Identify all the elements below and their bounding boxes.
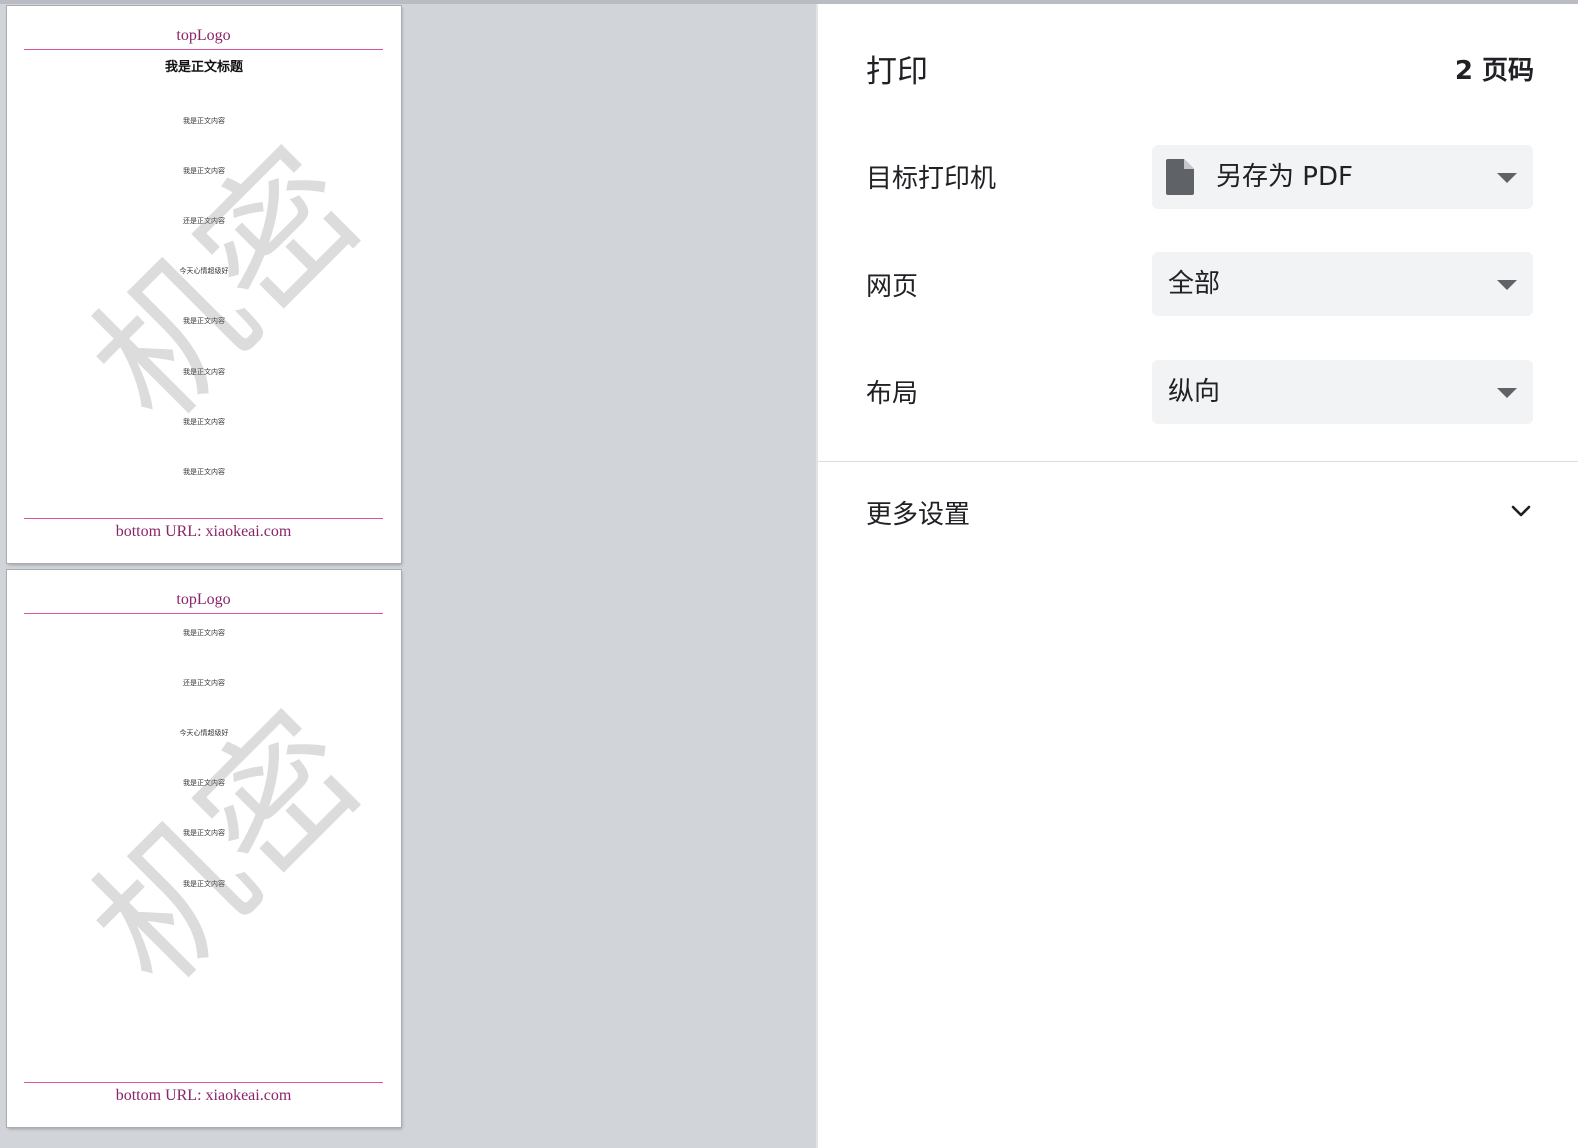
body-line: 我是正文内容 (183, 167, 225, 175)
body-line: 我是正文内容 (183, 317, 225, 325)
page-header-logo: topLogo (24, 588, 383, 614)
body-line: 我是正文内容 (183, 880, 225, 888)
body-line: 今天心情超级好 (179, 729, 229, 737)
document-title: 我是正文标题 (164, 60, 243, 75)
body-line: 今天心情超级好 (179, 267, 229, 275)
pages-label: 网页 (866, 272, 919, 302)
preview-page-1: topLogo 我是正文标题 我是正文内容 我是正文内容 还是正文内容 今天心情… (7, 6, 401, 563)
more-settings-toggle[interactable]: 更多设置 (818, 474, 1578, 546)
dropdown-caret-icon (1497, 280, 1517, 290)
more-settings-label: 更多设置 (866, 500, 971, 530)
body-line: 我是正文内容 (183, 468, 225, 476)
body-line: 我是正文内容 (183, 117, 225, 125)
layout-select[interactable]: 纵向 (1152, 360, 1533, 424)
body-line: 我是正文内容 (183, 829, 225, 837)
page-footer-url: bottom URL: xiaokeai.com (24, 518, 383, 543)
page-header-logo: topLogo (24, 24, 383, 50)
file-icon (1166, 159, 1194, 195)
section-divider (818, 461, 1578, 462)
preview-page-2: topLogo 我是正文内容 还是正文内容 今天心情超级好 我是正文内容 我是正… (7, 570, 401, 1127)
body-line: 我是正文内容 (183, 368, 225, 376)
dropdown-caret-icon (1497, 388, 1517, 398)
dropdown-caret-icon (1497, 173, 1517, 183)
destination-label: 目标打印机 (866, 164, 997, 194)
body-line: 我是正文内容 (183, 779, 225, 787)
destination-value: 另存为 PDF (1216, 162, 1353, 192)
body-line: 还是正文内容 (183, 679, 225, 687)
page-count: 2 页码 (1454, 56, 1534, 86)
layout-value: 纵向 (1168, 377, 1221, 407)
print-preview-area[interactable]: topLogo 我是正文标题 我是正文内容 我是正文内容 还是正文内容 今天心情… (0, 4, 816, 1148)
layout-label: 布局 (866, 379, 919, 409)
chevron-down-icon (1511, 505, 1531, 517)
body-line: 我是正文内容 (183, 629, 225, 637)
body-line: 还是正文内容 (183, 217, 225, 225)
page-footer-url: bottom URL: xiaokeai.com (24, 1082, 383, 1107)
print-settings-panel: 打印 2 页码 目标打印机 另存为 PDF 网页 全部 布局 纵向 更多设置 (816, 4, 1578, 1148)
pages-value: 全部 (1168, 269, 1221, 299)
dialog-title: 打印 (866, 54, 928, 90)
destination-select[interactable]: 另存为 PDF (1152, 145, 1533, 209)
pages-select[interactable]: 全部 (1152, 252, 1533, 316)
body-line: 我是正文内容 (183, 418, 225, 426)
